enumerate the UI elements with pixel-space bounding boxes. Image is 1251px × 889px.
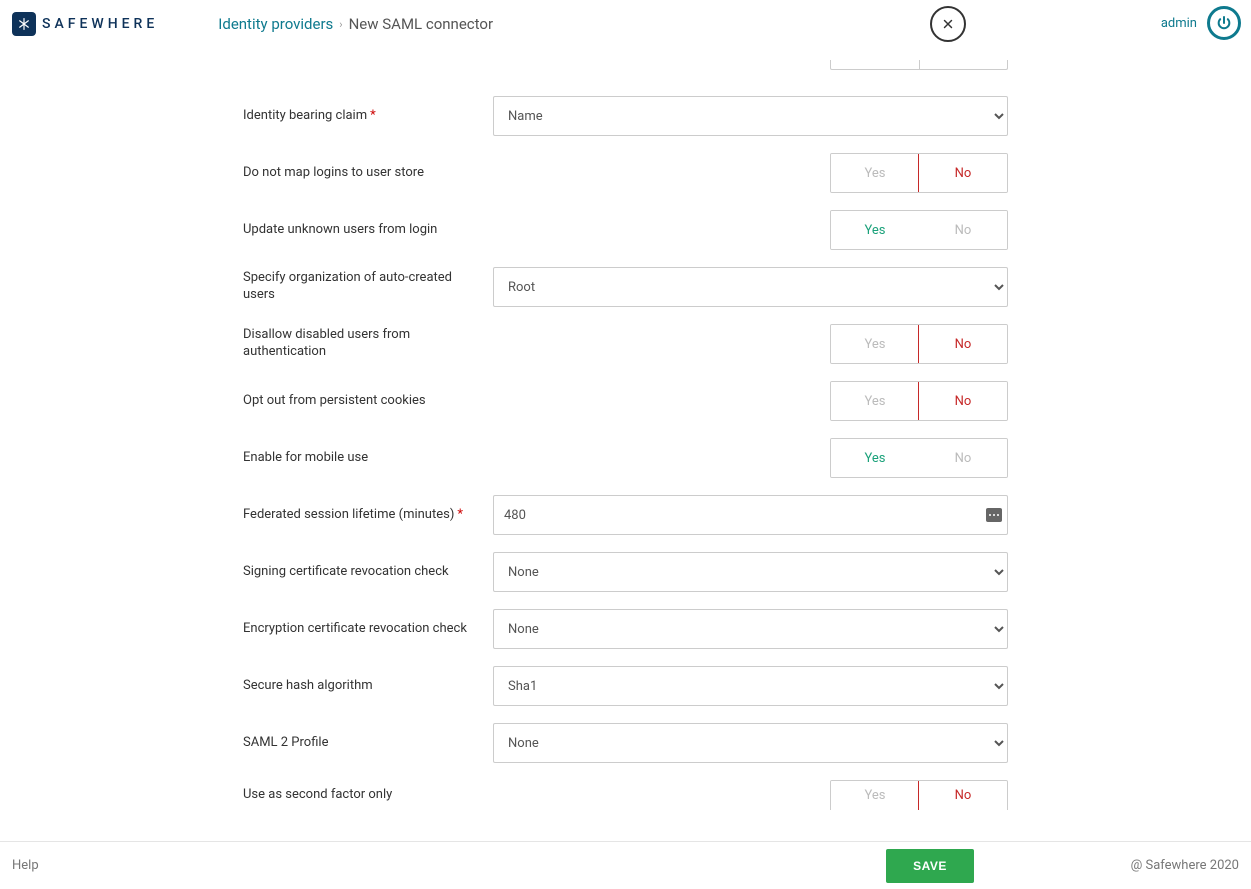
label-identity-bearing-claim: Identity bearing claim* <box>243 108 493 125</box>
label-opt-out-cookies: Opt out from persistent cookies <box>243 393 493 410</box>
close-button[interactable] <box>930 6 966 42</box>
toggle-do-not-map-logins[interactable]: Yes No <box>830 153 1008 193</box>
breadcrumb: Identity providers › New SAML connector <box>218 15 493 33</box>
toggle-disallow-disabled[interactable]: Yes No <box>830 324 1008 364</box>
toggle-no[interactable]: No <box>918 153 1008 193</box>
ellipsis-button[interactable] <box>986 508 1002 522</box>
toggle-opt-out-cookies[interactable]: Yes No <box>830 381 1008 421</box>
toggle-yes[interactable]: Yes <box>831 325 919 363</box>
toggle-yes[interactable]: Yes <box>830 210 920 250</box>
breadcrumb-current: New SAML connector <box>349 15 493 33</box>
label-hash-algo: Secure hash algorithm <box>243 678 493 695</box>
select-specify-org[interactable]: Root <box>493 267 1008 307</box>
help-link[interactable]: Help <box>12 858 39 873</box>
power-icon <box>1216 15 1232 31</box>
logout-button[interactable] <box>1207 6 1241 40</box>
toggle-second-factor[interactable]: Yes No <box>830 780 1008 810</box>
toggle-no[interactable]: No <box>918 381 1008 421</box>
form-scroll-area[interactable]: Identity bearing claim* Name Do not map … <box>0 60 1251 841</box>
label-do-not-map-logins: Do not map logins to user store <box>243 165 493 182</box>
label-session-lifetime: Federated session lifetime (minutes)* <box>243 507 493 524</box>
snowflake-icon <box>12 12 36 36</box>
toggle-no[interactable]: No <box>919 439 1007 477</box>
chevron-right-icon: › <box>339 18 342 31</box>
brand-text: SAFEWHERE <box>42 16 158 32</box>
toggle-yes[interactable]: Yes <box>831 154 919 192</box>
label-encryption-cert-check: Encryption certificate revocation check <box>243 621 493 638</box>
save-button[interactable]: SAVE <box>886 849 974 883</box>
toggle-no[interactable]: No <box>918 324 1008 364</box>
toggle-update-unknown-users[interactable]: Yes No <box>830 210 1008 250</box>
label-second-factor: Use as second factor only <box>243 787 493 804</box>
label-saml2-profile: SAML 2 Profile <box>243 735 493 752</box>
copyright-text: @ Safewhere 2020 <box>1131 858 1239 873</box>
toggle-yes[interactable]: Yes <box>831 382 919 420</box>
breadcrumb-link-identity-providers[interactable]: Identity providers <box>218 15 333 33</box>
toggle-no[interactable]: No <box>919 211 1007 249</box>
select-saml2-profile[interactable]: None <box>493 723 1008 763</box>
select-hash-algo[interactable]: Sha1 <box>493 666 1008 706</box>
toggle-no[interactable]: No <box>918 780 1008 810</box>
select-encryption-cert-check[interactable]: None <box>493 609 1008 649</box>
partial-toggle-top <box>830 60 1008 70</box>
select-identity-bearing-claim[interactable]: Name <box>493 96 1008 136</box>
select-signing-cert-check[interactable]: None <box>493 552 1008 592</box>
brand-logo[interactable]: SAFEWHERE <box>12 12 158 36</box>
label-update-unknown-users: Update unknown users from login <box>243 222 493 239</box>
label-enable-mobile: Enable for mobile use <box>243 450 493 467</box>
label-disallow-disabled: Disallow disabled users from authenticat… <box>243 327 493 361</box>
toggle-enable-mobile[interactable]: Yes No <box>830 438 1008 478</box>
user-link[interactable]: admin <box>1161 16 1197 31</box>
input-session-lifetime[interactable] <box>493 495 1008 535</box>
toggle-yes[interactable]: Yes <box>831 781 919 810</box>
label-specify-org: Specify organization of auto-created use… <box>243 270 493 304</box>
label-signing-cert-check: Signing certificate revocation check <box>243 564 493 581</box>
close-icon <box>941 17 955 31</box>
toggle-yes[interactable]: Yes <box>830 438 920 478</box>
